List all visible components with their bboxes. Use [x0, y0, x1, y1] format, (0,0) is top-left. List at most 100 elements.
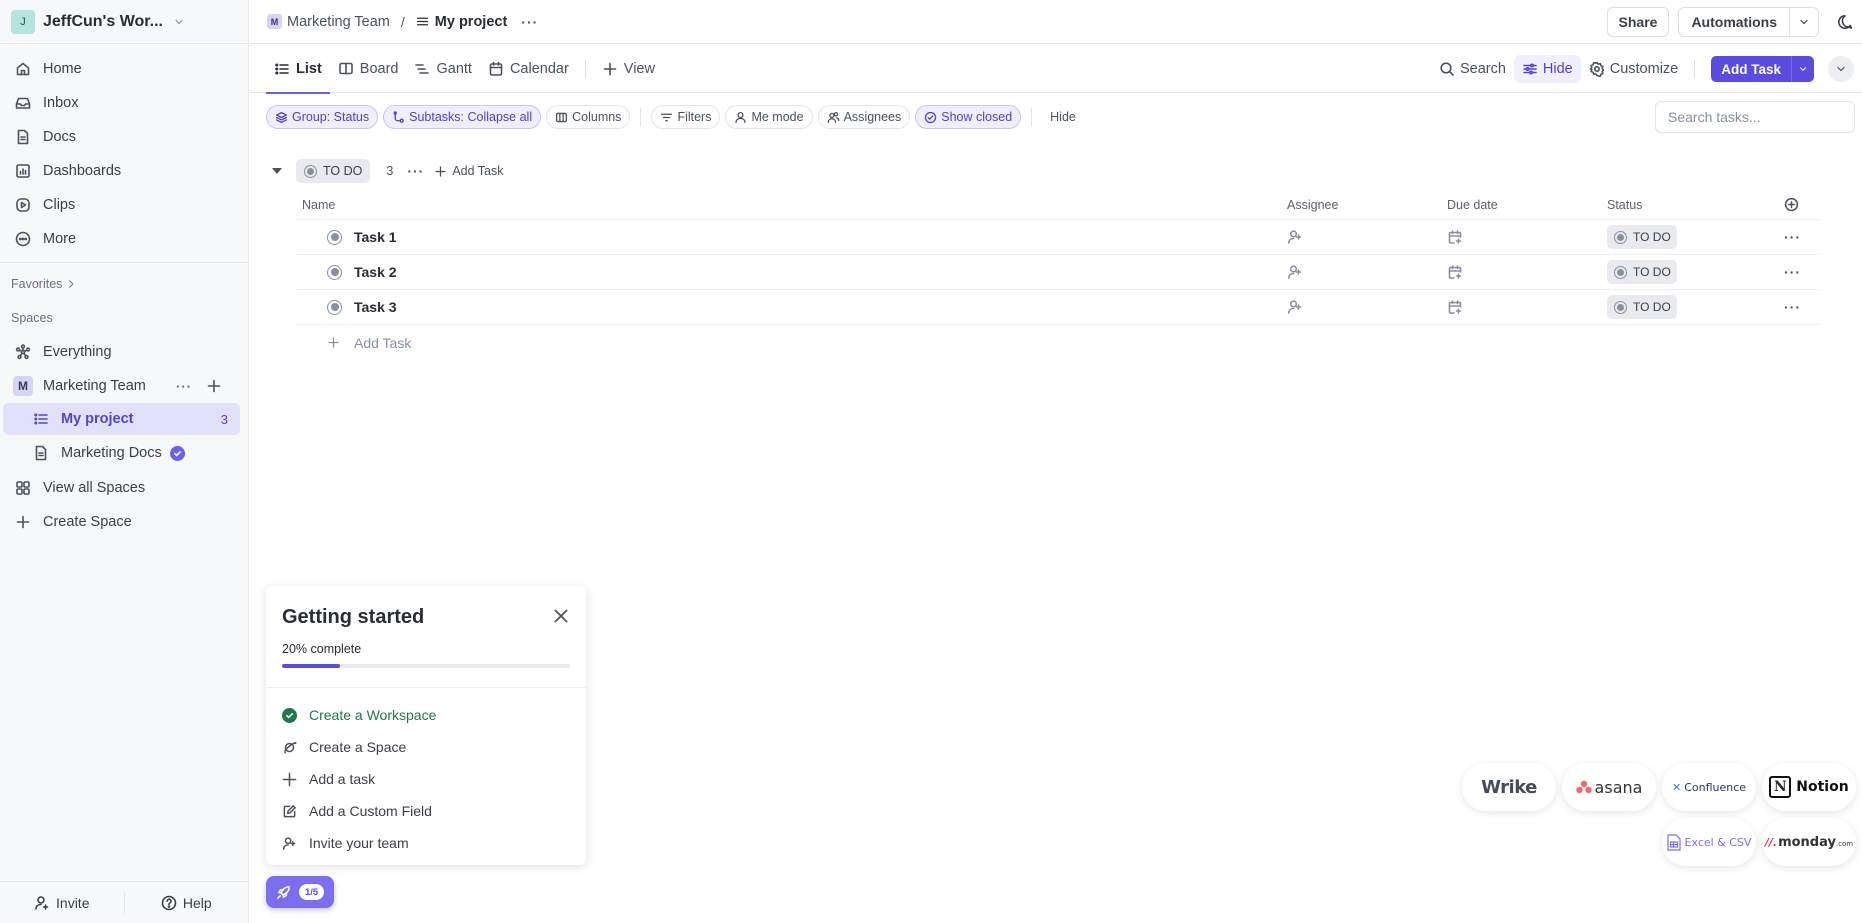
task-more-icon[interactable]: ···	[1784, 299, 1801, 315]
plus-icon	[16, 515, 30, 529]
status-group-header: TO DO 3 ··· Add Task	[272, 159, 504, 183]
column-header-name[interactable]: Name	[302, 198, 335, 212]
space-marketing-team[interactable]: M Marketing Team ···	[0, 369, 248, 403]
task-status-icon[interactable]	[327, 299, 342, 315]
breadcrumb-separator: /	[400, 13, 405, 30]
collapse-group-caret-icon[interactable]	[272, 168, 282, 174]
automations-dropdown[interactable]	[1790, 8, 1818, 36]
nav-clips[interactable]: Clips	[0, 188, 248, 222]
task-more-icon[interactable]: ···	[1784, 264, 1801, 280]
tab-board[interactable]: Board	[330, 45, 407, 93]
group-status-pill[interactable]: TO DO	[296, 159, 371, 183]
confluence-logo: Confluence	[1684, 780, 1747, 794]
add-icon[interactable]	[206, 378, 222, 394]
breadcrumb-space[interactable]: Marketing Team	[287, 14, 390, 30]
task-name[interactable]: Task 1	[354, 229, 397, 245]
add-due-date-icon[interactable]	[1447, 229, 1463, 245]
import-asana-button[interactable]: asana	[1562, 763, 1656, 811]
add-due-date-icon[interactable]	[1447, 299, 1463, 315]
group-by-chip[interactable]: Group: Status	[266, 105, 379, 129]
completed-check-icon	[282, 707, 297, 723]
task-name[interactable]: Task 2	[354, 264, 397, 280]
table-row[interactable]: Task 1 TO DO ···	[297, 220, 1819, 255]
checklist-item-create-space[interactable]: Create a Space	[282, 731, 436, 763]
search-tasks-input[interactable]	[1655, 101, 1855, 133]
column-header-due-date[interactable]: Due date	[1447, 198, 1498, 212]
add-assignee-icon[interactable]	[1287, 229, 1303, 245]
invite-label: Invite	[56, 894, 90, 911]
share-button[interactable]: Share	[1606, 7, 1670, 37]
add-assignee-icon[interactable]	[1287, 299, 1303, 315]
import-excel-csv-button[interactable]: Excel & CSV	[1662, 818, 1756, 866]
nav-inbox[interactable]: Inbox	[0, 86, 248, 120]
add-view-button[interactable]: View	[594, 45, 663, 93]
add-task-row[interactable]: Add Task	[297, 325, 1819, 360]
nav-dashboards[interactable]: Dashboards	[0, 154, 248, 188]
checklist-item-custom-field[interactable]: Add a Custom Field	[282, 795, 436, 827]
help-button[interactable]: Help	[125, 895, 249, 911]
import-confluence-button[interactable]: ✕ Confluence	[1662, 763, 1756, 811]
close-icon[interactable]	[552, 607, 570, 625]
doc-marketing-docs[interactable]: Marketing Docs	[3, 437, 240, 469]
nav-home[interactable]: Home	[0, 52, 248, 86]
column-header-assignee[interactable]: Assignee	[1287, 198, 1338, 212]
create-space[interactable]: Create Space	[0, 505, 248, 539]
task-status-pill[interactable]: TO DO	[1607, 225, 1677, 249]
customize-button[interactable]: Customize	[1581, 55, 1687, 83]
chat-icon[interactable]	[1837, 14, 1853, 30]
more-options-icon[interactable]: ···	[521, 14, 538, 30]
columns-chip[interactable]: Columns	[546, 105, 631, 129]
tab-gantt[interactable]: Gantt	[406, 45, 479, 93]
everything-item[interactable]: Everything	[0, 335, 248, 369]
task-status-icon[interactable]	[327, 264, 342, 280]
task-status-icon[interactable]	[327, 229, 342, 245]
search-button[interactable]: Search	[1431, 55, 1514, 83]
add-task-button[interactable]: Add Task	[1711, 56, 1792, 82]
nav-docs[interactable]: Docs	[0, 120, 248, 154]
tab-calendar[interactable]: Calendar	[480, 45, 577, 93]
subtasks-chip[interactable]: Subtasks: Collapse all	[383, 105, 542, 129]
table-row[interactable]: Task 2 TO DO ···	[297, 255, 1819, 290]
task-more-icon[interactable]: ···	[1784, 229, 1801, 245]
checklist-item-create-workspace[interactable]: Create a Workspace	[282, 699, 436, 731]
group-more-icon[interactable]: ···	[407, 163, 424, 179]
task-status-pill[interactable]: TO DO	[1607, 295, 1677, 319]
add-assignee-icon[interactable]	[1287, 264, 1303, 280]
tab-list[interactable]: List	[266, 45, 330, 94]
spreadsheet-icon	[1666, 833, 1681, 851]
show-closed-chip[interactable]: Show closed	[915, 105, 1022, 129]
add-column-icon[interactable]	[1784, 197, 1799, 212]
filters-chip[interactable]: Filters	[651, 105, 721, 129]
add-task-dropdown[interactable]	[1792, 56, 1814, 82]
checklist-item-label: Add a task	[309, 771, 376, 787]
getting-started-launcher[interactable]: 1/5	[266, 876, 334, 908]
checklist-item-add-task[interactable]: Add a task	[282, 763, 436, 795]
collapse-toolbar-button[interactable]	[1828, 56, 1854, 82]
group-add-task-button[interactable]: Add Task	[434, 164, 504, 178]
invite-button[interactable]: Invite	[0, 895, 124, 911]
automations-button[interactable]: Automations	[1679, 8, 1790, 36]
import-wrike-button[interactable]: Wrike	[1462, 763, 1556, 811]
view-all-spaces[interactable]: View all Spaces	[0, 471, 248, 505]
hide-filters-button[interactable]: Hide	[1042, 110, 1084, 124]
import-notion-button[interactable]: N Notion	[1762, 763, 1856, 811]
add-due-date-icon[interactable]	[1447, 264, 1463, 280]
me-mode-chip[interactable]: Me mode	[725, 105, 813, 129]
task-status-pill[interactable]: TO DO	[1607, 260, 1677, 284]
space-more-icon[interactable]: ···	[176, 379, 192, 394]
table-row[interactable]: Task 3 TO DO ···	[297, 290, 1819, 325]
hide-button[interactable]: Hide	[1513, 55, 1581, 83]
show-closed-label: Show closed	[941, 110, 1013, 124]
breadcrumb-current[interactable]: My project	[416, 14, 507, 30]
import-monday-button[interactable]: //. monday .com	[1762, 818, 1856, 866]
chevron-right-icon	[69, 280, 74, 288]
filter-divider	[1031, 108, 1033, 126]
nav-more[interactable]: More	[0, 222, 248, 256]
workspace-switcher[interactable]: J JeffCun's Wor...	[0, 0, 248, 44]
list-my-project[interactable]: My project 3	[3, 403, 240, 435]
assignees-chip[interactable]: Assignees	[817, 105, 911, 129]
favorites-toggle[interactable]: Favorites	[0, 267, 248, 301]
checklist-item-invite-team[interactable]: Invite your team	[282, 827, 436, 859]
column-header-status[interactable]: Status	[1607, 198, 1642, 212]
task-name[interactable]: Task 3	[354, 299, 397, 315]
